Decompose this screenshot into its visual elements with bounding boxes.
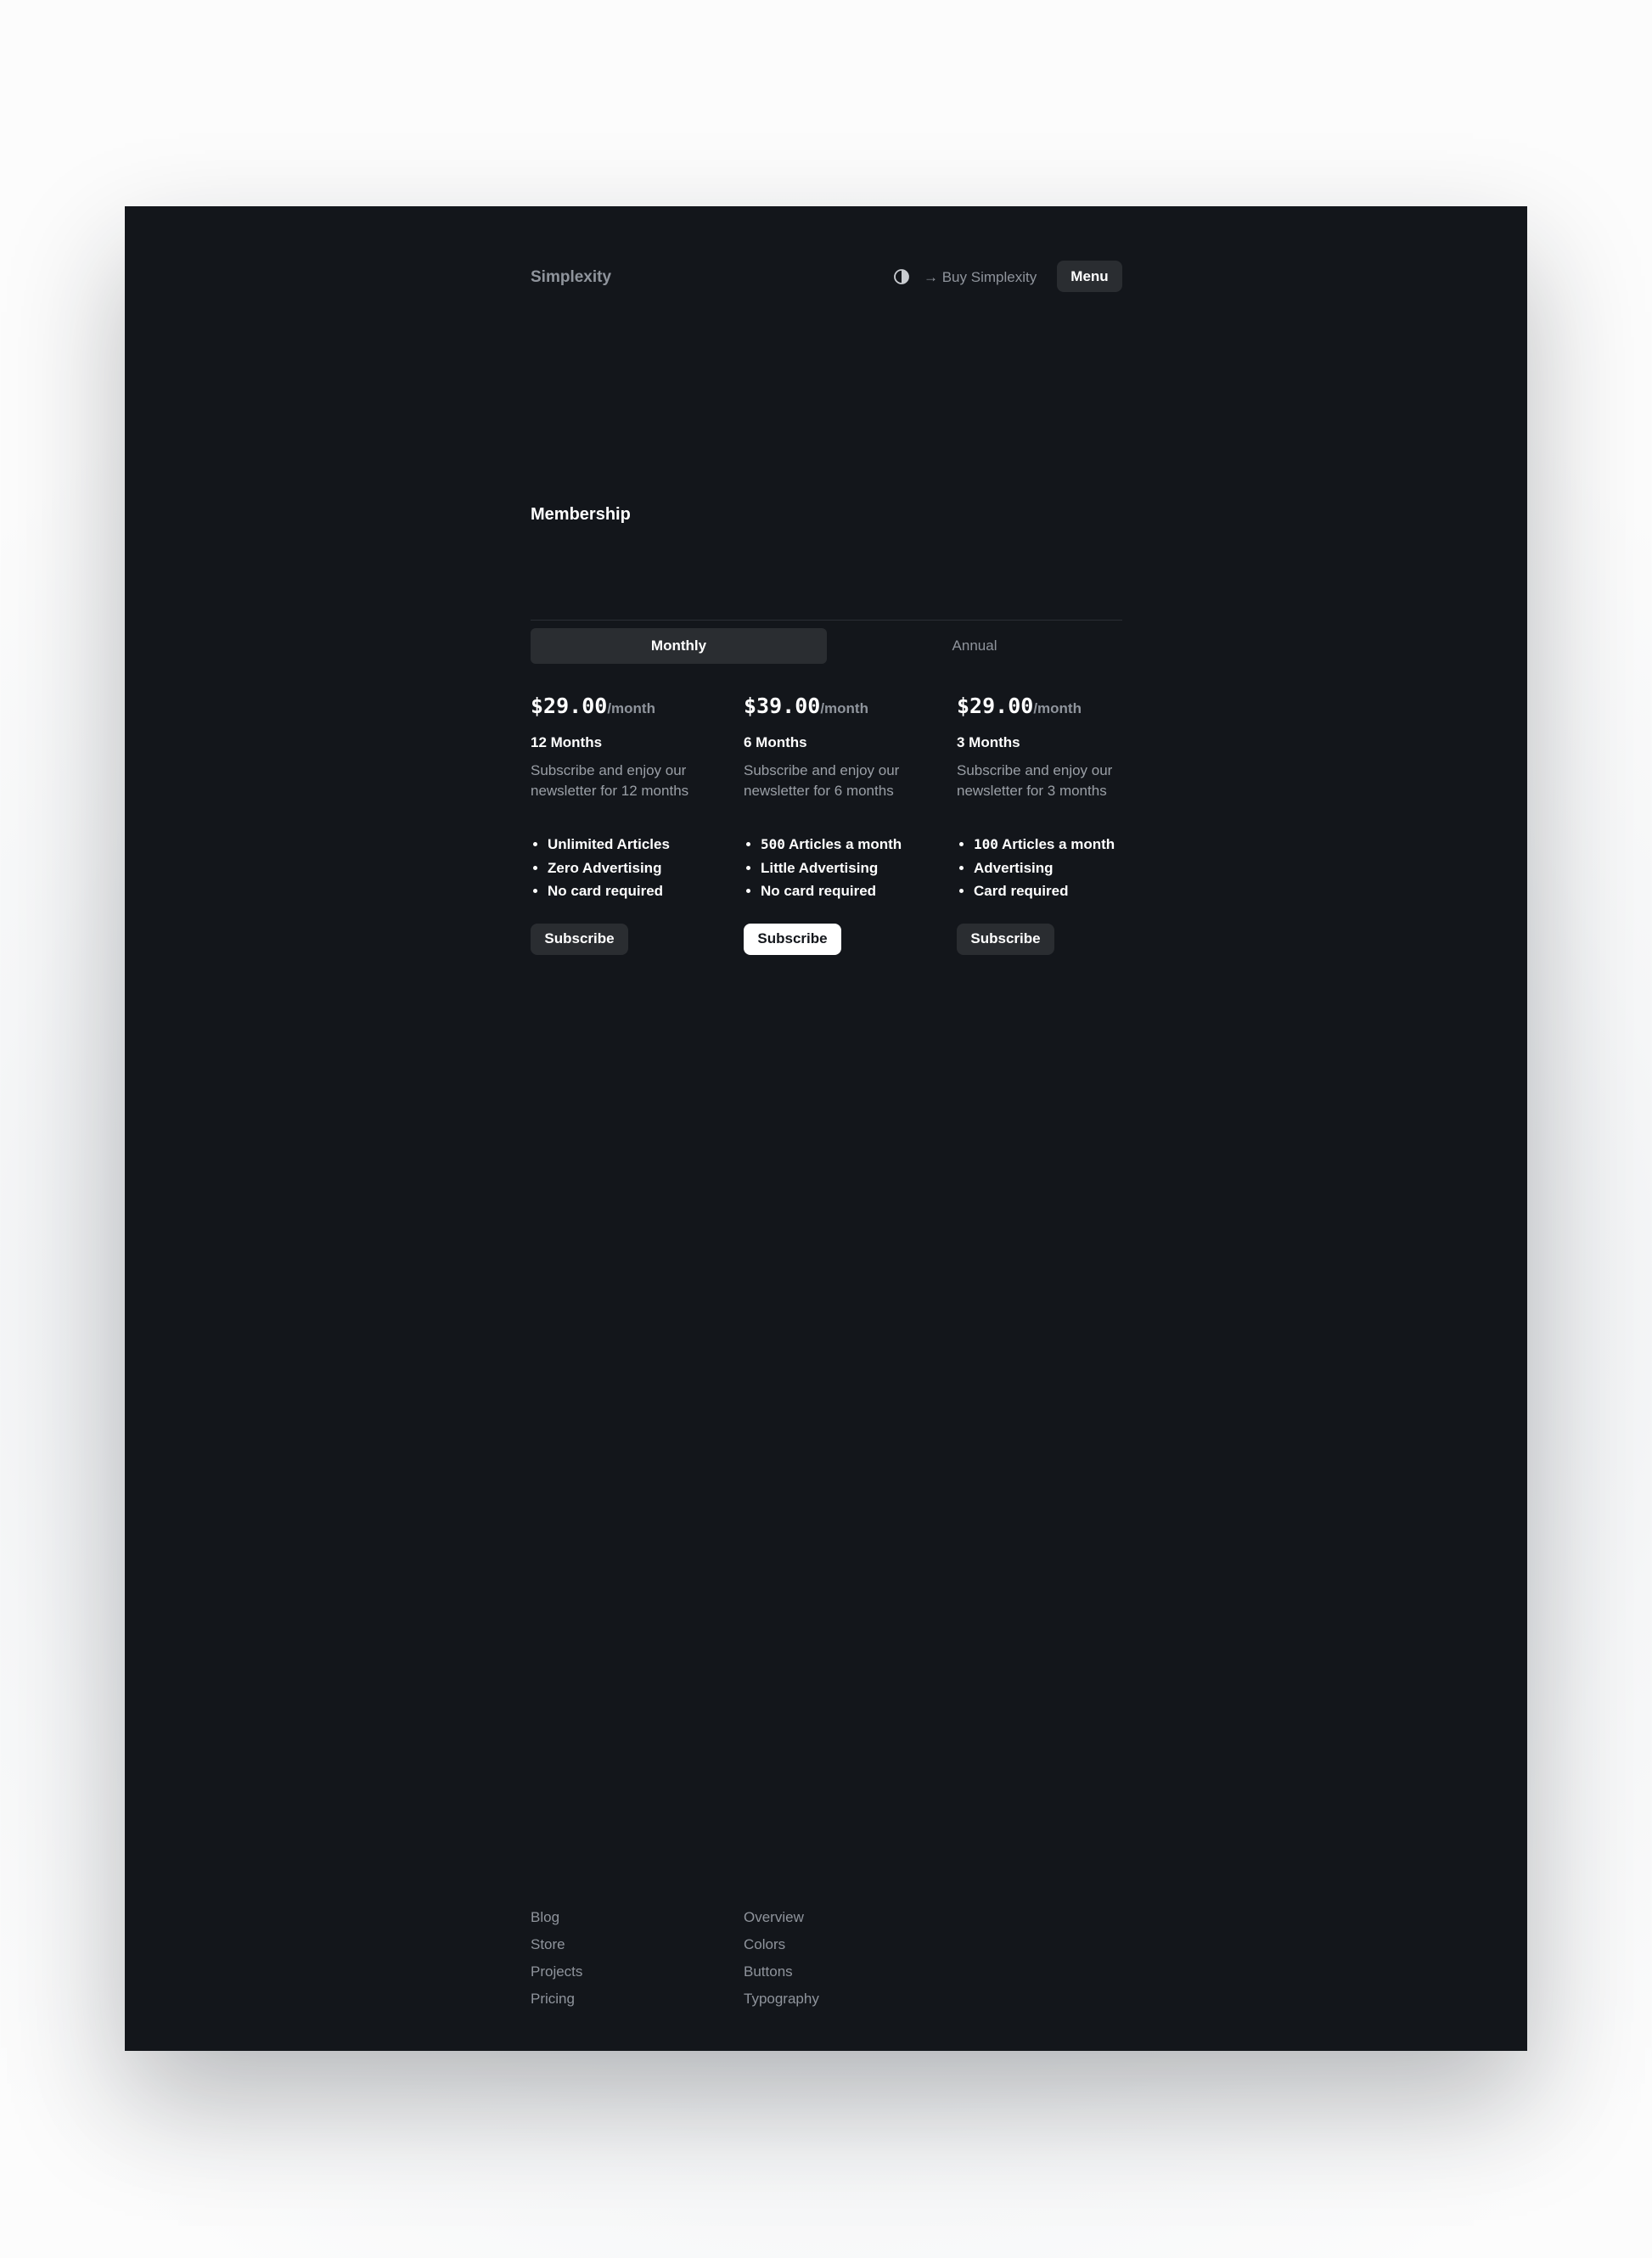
brand-logo[interactable]: Simplexity (531, 268, 611, 287)
plan-card-6-months: $39.00/month 6 Months Subscribe and enjo… (744, 694, 922, 955)
menu-button[interactable]: Menu (1057, 261, 1122, 292)
feature-item: No card required (761, 879, 922, 903)
price-period: /month (607, 700, 655, 716)
site-header: Simplexity → Buy Simplexity Menu (531, 261, 1122, 293)
footer-link-buttons[interactable]: Buttons (744, 1958, 819, 1986)
feature-count: 100 (974, 836, 998, 852)
footer-nav-primary: Blog Store Projects Pricing (531, 1904, 582, 2013)
footer-link-store[interactable]: Store (531, 1931, 582, 1958)
feature-text: No card required (548, 883, 664, 899)
plan-name: 12 Months (531, 734, 603, 750)
plan-name: 3 Months (957, 734, 1020, 750)
feature-item: No card required (548, 879, 709, 903)
feature-list: Unlimited Articles Zero Advertising No c… (531, 833, 709, 903)
footer-nav-secondary: Overview Colors Buttons Typography (744, 1904, 819, 2013)
feature-text: Zero Advertising (548, 859, 662, 876)
feature-item: Card required (974, 879, 1135, 903)
feature-text: Articles a month (997, 836, 1115, 852)
plan-description: Subscribe and enjoy our newsletter for 6… (744, 762, 900, 799)
footer-link-blog[interactable]: Blog (531, 1904, 582, 1931)
tab-monthly[interactable]: Monthly (531, 628, 827, 664)
footer-link-colors[interactable]: Colors (744, 1931, 819, 1958)
feature-text: Advertising (974, 859, 1054, 876)
subscribe-button[interactable]: Subscribe (531, 923, 628, 955)
feature-text: Card required (974, 883, 1069, 899)
price-amount: $29.00 (957, 694, 1034, 718)
footer-link-overview[interactable]: Overview (744, 1904, 819, 1931)
feature-text: Unlimited Articles (548, 836, 670, 852)
price-period: /month (1033, 700, 1082, 716)
feature-count: 500 (761, 836, 785, 852)
plan-description: Subscribe and enjoy our newsletter for 1… (531, 762, 689, 799)
price-amount: $29.00 (531, 694, 608, 718)
feature-item: Little Advertising (761, 857, 922, 880)
divider (531, 620, 1122, 621)
price-amount: $39.00 (744, 694, 821, 718)
billing-tabs: Monthly Annual (531, 628, 1122, 664)
subscribe-button[interactable]: Subscribe (744, 923, 841, 955)
plan-card-3-months: $29.00/month 3 Months Subscribe and enjo… (957, 694, 1135, 955)
feature-item: Advertising (974, 857, 1135, 880)
footer-link-pricing[interactable]: Pricing (531, 1986, 582, 2013)
feature-item: Zero Advertising (548, 857, 709, 880)
footer-link-typography[interactable]: Typography (744, 1986, 819, 2013)
footer-link-projects[interactable]: Projects (531, 1958, 582, 1986)
buy-link[interactable]: → Buy Simplexity (924, 269, 1037, 286)
page-title: Membership (531, 505, 631, 524)
plan-card-12-months: $29.00/month 12 Months Subscribe and enj… (531, 694, 709, 955)
price-period: /month (820, 700, 868, 716)
page-frame: Simplexity → Buy Simplexity Menu Members… (125, 206, 1527, 2051)
feature-text: Little Advertising (761, 859, 879, 876)
subscribe-button[interactable]: Subscribe (957, 923, 1054, 955)
feature-item: Unlimited Articles (548, 833, 709, 857)
feature-item: 500 Articles a month (761, 833, 922, 857)
feature-list: 500 Articles a month Little Advertising … (744, 833, 922, 903)
feature-text: No card required (761, 883, 877, 899)
plan-price: $29.00/month (531, 694, 709, 727)
feature-text: Articles a month (784, 836, 902, 852)
contrast-icon[interactable] (893, 268, 910, 285)
plan-description: Subscribe and enjoy our newsletter for 3… (957, 762, 1113, 799)
plan-name: 6 Months (744, 734, 807, 750)
feature-list: 100 Articles a month Advertising Card re… (957, 833, 1135, 903)
feature-item: 100 Articles a month (974, 833, 1135, 857)
plan-price: $39.00/month (744, 694, 922, 727)
tab-annual[interactable]: Annual (827, 628, 1122, 664)
plan-price: $29.00/month (957, 694, 1135, 727)
